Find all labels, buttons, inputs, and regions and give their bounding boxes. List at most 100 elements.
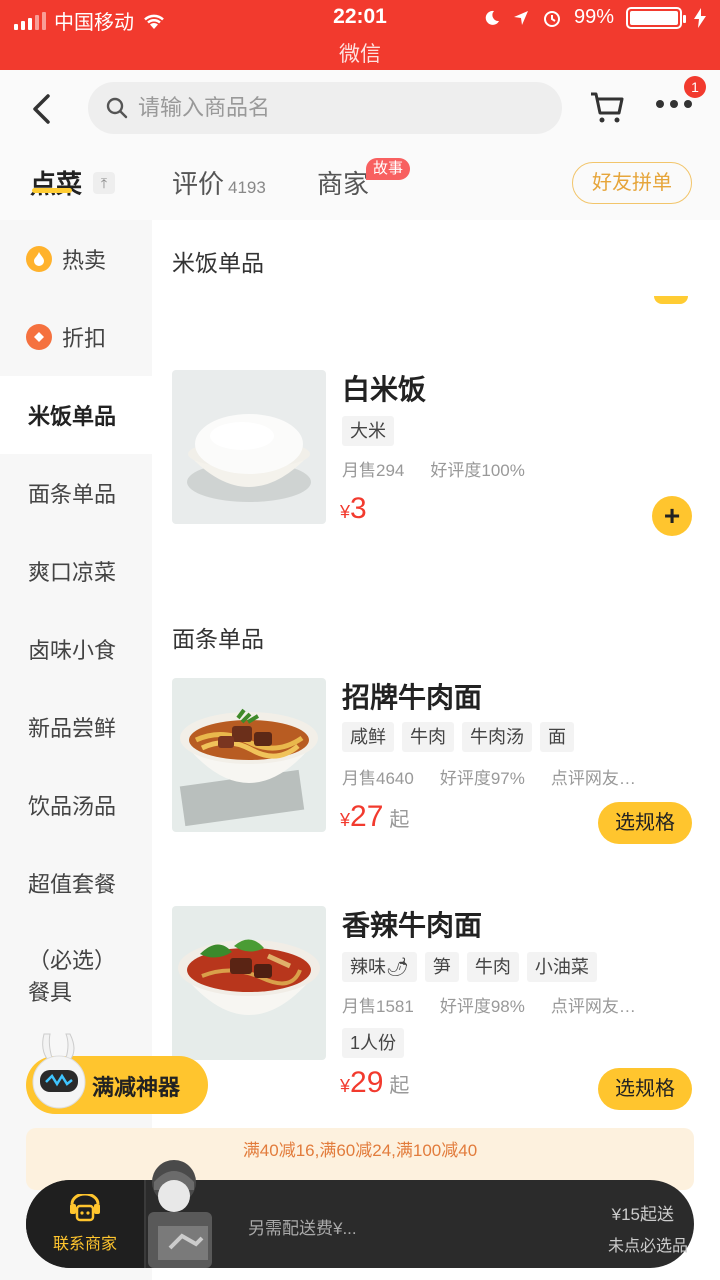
tab-indicator bbox=[32, 188, 72, 193]
dish-tag: 小油菜 bbox=[526, 952, 597, 982]
tab-merchant[interactable]: 商家 bbox=[317, 164, 369, 201]
sidebar-item-label: 折扣 bbox=[62, 326, 107, 351]
chat-icon bbox=[70, 1194, 100, 1222]
sidebar-item-rice[interactable]: 米饭单品 bbox=[0, 376, 152, 454]
more-icon[interactable] bbox=[656, 100, 696, 114]
location-icon bbox=[513, 10, 528, 25]
checkout-bar: 联系商家 bbox=[26, 1180, 694, 1268]
dish-tags: 辣味🌶 笋 牛肉 小油菜 bbox=[342, 952, 597, 982]
tab-reviews[interactable]: 评价 4193 bbox=[172, 164, 266, 201]
dish-tag: 咸鲜 bbox=[342, 722, 394, 752]
sidebar-item-tableware[interactable]: （必选）餐具 bbox=[0, 922, 152, 1032]
currency-symbol: ¥ bbox=[340, 1076, 351, 1096]
sidebar-item-combo[interactable]: 超值套餐 bbox=[0, 844, 152, 922]
dish-tags: 大米 bbox=[342, 416, 394, 446]
dish-name: 香辣牛肉面 bbox=[342, 910, 483, 941]
dish-price: ¥27 起 bbox=[340, 800, 409, 834]
add-to-cart-button[interactable]: + bbox=[652, 496, 692, 536]
charging-icon bbox=[694, 7, 706, 28]
sidebar-item-braised-snacks[interactable]: 卤味小食 bbox=[0, 610, 152, 688]
dish-tag: 牛肉汤 bbox=[462, 722, 532, 752]
battery-icon bbox=[626, 6, 686, 29]
tab-bar: 点菜 ⤒ 评价 4193 商家 故事 好友拼单 bbox=[0, 148, 720, 220]
dish-tag: 牛肉 bbox=[402, 722, 454, 752]
sidebar-item-label: 饮品汤品 bbox=[28, 794, 117, 819]
sidebar-item-discount[interactable]: 折扣 bbox=[0, 298, 152, 376]
review-snippet: 点评网友… bbox=[550, 997, 636, 1016]
dish-image-spicy-beef-noodle[interactable] bbox=[172, 906, 326, 1060]
moon-icon bbox=[485, 10, 499, 25]
rating: 好评度97% bbox=[439, 769, 525, 788]
sidebar-item-noodles[interactable]: 面条单品 bbox=[0, 454, 152, 532]
search-bar[interactable] bbox=[88, 82, 562, 134]
dish-image-beef-noodle[interactable] bbox=[172, 678, 326, 832]
delivery-fee-note: 另需配送费¥... bbox=[248, 1219, 357, 1238]
dish-image-rice[interactable] bbox=[172, 370, 326, 524]
dish-tags: 咸鲜 牛肉 牛肉汤 面 bbox=[342, 722, 574, 752]
monthly-sales: 月售1581 bbox=[342, 997, 414, 1016]
notification-badge: 1 bbox=[684, 76, 706, 98]
dish-tag: 牛肉 bbox=[466, 952, 519, 982]
dish-stats: 月售294 好评度100% bbox=[342, 456, 551, 481]
tab-reviews-label: 评价 bbox=[172, 169, 225, 199]
section-title-noodles: 面条单品 bbox=[172, 626, 264, 652]
sidebar-item-label: 新品尝鲜 bbox=[28, 716, 117, 741]
discount-helper-label: 满减神器 bbox=[92, 1075, 181, 1100]
sidebar-item-label: （必选）餐具 bbox=[28, 948, 117, 1005]
select-spec-button[interactable]: 选规格 bbox=[598, 1068, 692, 1110]
battery-percent: 99% bbox=[573, 6, 614, 28]
min-order-amount: ¥15起送 bbox=[611, 1205, 674, 1224]
dish-tag: 辣味🌶 bbox=[342, 952, 417, 982]
alarm-icon bbox=[543, 10, 560, 27]
dish-name: 白米饭 bbox=[342, 374, 427, 405]
dish-stats: 月售1581 好评度98% 点评网友… bbox=[342, 992, 662, 1017]
rating: 好评度100% bbox=[430, 461, 525, 480]
robot-mascot-icon bbox=[32, 1033, 86, 1109]
dish-price: ¥3 bbox=[340, 492, 367, 526]
sidebar-item-label: 超值套餐 bbox=[28, 872, 117, 897]
review-snippet: 点评网友… bbox=[550, 769, 636, 788]
search-icon bbox=[106, 97, 128, 119]
price-value: 27 bbox=[350, 800, 384, 833]
delivery-rider-icon bbox=[148, 1160, 212, 1268]
sidebar-item-drinks[interactable]: 饮品汤品 bbox=[0, 766, 152, 844]
tab-order[interactable]: 点菜 bbox=[30, 164, 82, 201]
sidebar-item-new[interactable]: 新品尝鲜 bbox=[0, 688, 152, 766]
status-right: 99% bbox=[484, 6, 706, 29]
sidebar-item-label: 米饭单品 bbox=[28, 404, 117, 429]
app-title: 微信 bbox=[339, 43, 381, 66]
price-value: 29 bbox=[350, 1066, 384, 1099]
back-icon[interactable] bbox=[26, 90, 60, 128]
sidebar-item-label: 爽口凉菜 bbox=[28, 560, 117, 585]
contact-merchant-label: 联系商家 bbox=[52, 1236, 117, 1253]
friend-group-order-button[interactable]: 好友拼单 bbox=[572, 162, 692, 204]
price-value: 3 bbox=[350, 492, 367, 525]
dish-tag: 大米 bbox=[342, 416, 394, 446]
select-spec-button[interactable]: 选规格 bbox=[598, 802, 692, 844]
dish-stats: 月售4640 好评度97% 点评网友… bbox=[342, 764, 662, 789]
dish-name: 招牌牛肉面 bbox=[342, 682, 483, 713]
rating: 好评度98% bbox=[439, 997, 525, 1016]
dish-tag: 笋 bbox=[424, 952, 459, 982]
section-title-rice: 米饭单品 bbox=[172, 250, 264, 276]
cart-icon[interactable] bbox=[588, 88, 626, 126]
search-input[interactable] bbox=[136, 94, 520, 122]
promo-text: 满40减16,满60减24,满100减40 bbox=[242, 1141, 478, 1160]
status-bar: 中国移动 22:01 微信 99% bbox=[0, 0, 720, 70]
monthly-sales: 月售4640 bbox=[342, 769, 414, 788]
price-suffix: 起 bbox=[389, 809, 410, 831]
serving-tag: 1人份 bbox=[342, 1028, 405, 1058]
category-sidebar: 热卖 折扣 米饭单品 面条单品 爽口凉菜 卤味小食 新品尝鲜 饮品汤品 超值套餐… bbox=[0, 220, 152, 1280]
dish-tag: 面 bbox=[540, 722, 574, 752]
sidebar-item-hot[interactable]: 热卖 bbox=[0, 220, 152, 298]
discount-icon bbox=[26, 324, 52, 350]
dish-price: ¥29 起 bbox=[340, 1066, 409, 1100]
currency-symbol: ¥ bbox=[340, 810, 351, 830]
pin-top-icon[interactable]: ⤒ bbox=[93, 172, 115, 194]
story-badge: 故事 bbox=[366, 158, 411, 180]
price-suffix: 起 bbox=[389, 1075, 410, 1097]
scroll-marker bbox=[654, 296, 688, 304]
review-count: 4193 bbox=[228, 178, 266, 197]
sidebar-item-cold-dishes[interactable]: 爽口凉菜 bbox=[0, 532, 152, 610]
serving-tags: 1人份 bbox=[342, 1028, 405, 1058]
